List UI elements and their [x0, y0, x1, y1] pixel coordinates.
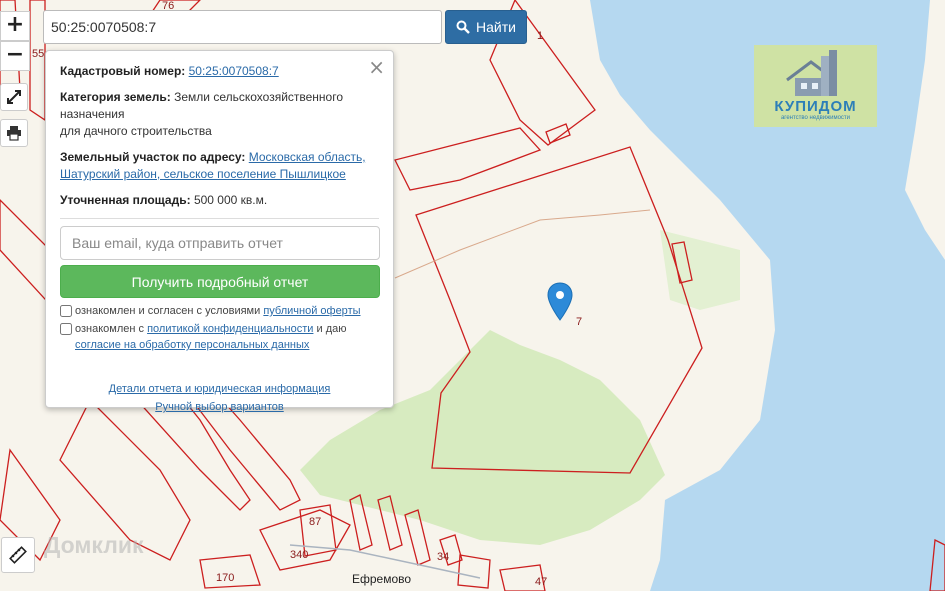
ruler-button[interactable] — [1, 537, 35, 573]
map-label: 1 — [537, 30, 544, 42]
privacy-consent-checkbox[interactable] — [60, 323, 72, 335]
domclick-watermark: Домклик — [44, 532, 143, 559]
map-label: 34 — [437, 551, 450, 563]
zoom-in-button[interactable]: + — [0, 11, 30, 41]
personal-data-link[interactable]: согласие на обработку персональных данны… — [75, 339, 309, 351]
map-label: 47 — [535, 576, 548, 588]
map-label: 170 — [216, 572, 235, 584]
zoom-out-button[interactable]: − — [0, 41, 30, 71]
category-value: Земли сельскохозяйственного — [174, 90, 344, 104]
map-label: 55 — [32, 48, 45, 60]
logo-subtitle: агентство недвижимости — [780, 115, 851, 121]
cadastral-link[interactable]: 50:25:0070508:7 — [189, 64, 279, 78]
get-report-button[interactable]: Получить подробный отчет — [60, 265, 380, 298]
expand-icon — [7, 90, 21, 104]
offer-consent-text: ознакомлен и согласен с условиями публич… — [75, 305, 361, 317]
email-field[interactable] — [60, 226, 380, 260]
consent-privacy-row: ознакомлен с политикой конфиденциальност… — [60, 321, 379, 353]
cadastral-row: Кадастровый номер: 50:25:0070508:7 — [60, 63, 379, 80]
logo-brand: КУПИДОМ — [774, 98, 857, 115]
privacy-consent-text: ознакомлен с политикой конфиденциальност… — [75, 323, 347, 351]
report-details-link[interactable]: Детали отчета и юридическая информация — [60, 380, 379, 398]
printer-icon — [7, 126, 21, 141]
area-row: Уточненная площадь: 500 000 кв.м. — [60, 192, 379, 209]
address-label: Земельный участок по адресу: — [60, 150, 246, 164]
village-label: Ефремово — [352, 572, 412, 586]
house-icon — [785, 50, 837, 96]
kupidom-logo: КУПИДОМ агентство недвижимости — [754, 45, 877, 127]
cadastral-label: Кадастровый номер: — [60, 64, 186, 78]
map-label: 87 — [309, 516, 322, 528]
manual-selection-link[interactable]: Ручной выбор вариантов — [60, 398, 379, 416]
fullscreen-button[interactable] — [0, 83, 28, 111]
category-value: назначения — [60, 107, 125, 121]
area-label: Уточненная площадь: — [60, 193, 191, 207]
map-label: 7 — [576, 316, 583, 328]
ruler-icon — [9, 546, 27, 564]
parcel-info-popup: × Кадастровый номер: 50:25:0070508:7 Кат… — [45, 50, 394, 413]
watermark-text: Домклик — [44, 532, 144, 558]
category-value: для дачного строительства — [60, 124, 212, 138]
cadastral-search-input[interactable] — [43, 10, 442, 44]
category-row: Категория земель: Земли сельскохозяйстве… — [60, 89, 379, 140]
address-link[interactable]: Шатурский район, сельское поселение Пышл… — [60, 167, 346, 181]
map-label: 340 — [290, 549, 309, 561]
close-icon[interactable]: × — [368, 55, 385, 79]
popup-footer-links: Детали отчета и юридическая информация Р… — [60, 380, 379, 416]
address-link[interactable]: Московская область, — [249, 150, 366, 164]
offer-consent-checkbox[interactable] — [60, 305, 72, 317]
public-offer-link[interactable]: публичной оферты — [263, 305, 360, 317]
privacy-policy-link[interactable]: политикой конфиденциальности — [147, 323, 313, 335]
search-button-label: Найти — [476, 19, 516, 35]
consent-offer-row: ознакомлен и согласен с условиями публич… — [60, 303, 379, 319]
search-icon — [456, 20, 470, 34]
get-report-button-label: Получить подробный отчет — [131, 273, 309, 290]
divider — [60, 218, 379, 219]
category-label: Категория земель: — [60, 90, 171, 104]
area-value: 500 000 кв.м. — [193, 193, 268, 207]
search-button[interactable]: Найти — [445, 10, 527, 44]
address-row: Земельный участок по адресу: Московская … — [60, 149, 379, 183]
location-pin-icon[interactable] — [547, 282, 573, 327]
print-button[interactable] — [0, 119, 28, 147]
